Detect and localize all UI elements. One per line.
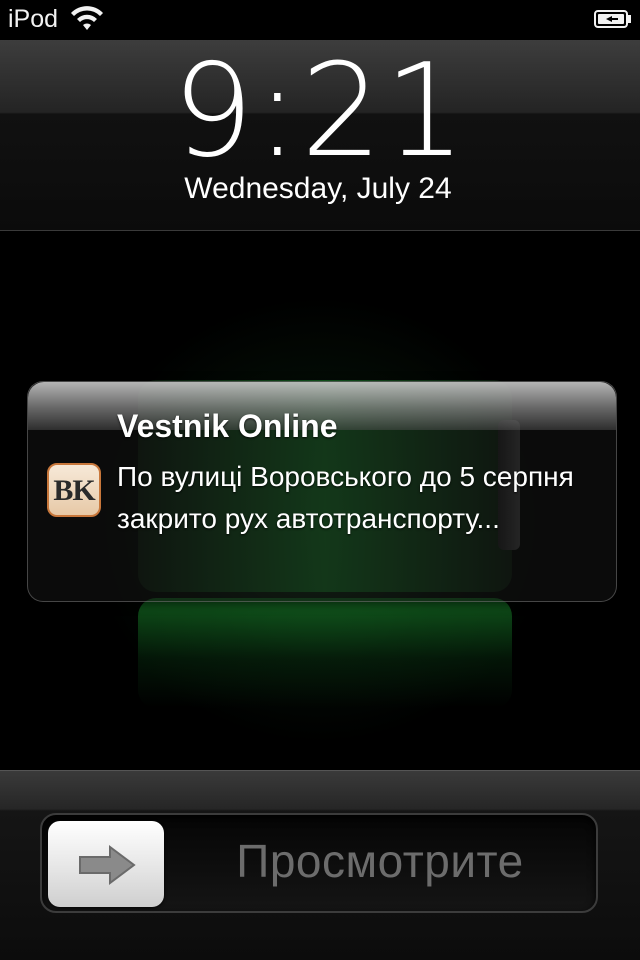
- clock-time: 9:21: [172, 37, 468, 186]
- app-icon-text: BK: [53, 474, 95, 507]
- status-carrier: iPod: [8, 5, 59, 33]
- battery-charging-icon: [594, 10, 631, 28]
- clock-panel: 9:21 Wednesday, July 24: [0, 40, 640, 231]
- notification-title: Vestnik Online: [117, 408, 338, 444]
- push-notification[interactable]: BK Vestnik Online По вулиці Воровського …: [27, 381, 617, 602]
- slider-knob[interactable]: [48, 821, 164, 907]
- notification-message: По вулиці Воровського до 5 серпня закрит…: [117, 461, 574, 534]
- status-bar: iPod: [0, 0, 640, 40]
- arrow-right-icon: [79, 845, 136, 885]
- clock-date: Wednesday, July 24: [184, 172, 452, 205]
- lock-screen: iPod 9:21 Wednesday, July 24 BK Vestnik …: [0, 0, 640, 960]
- charging-battery-reflection: [138, 598, 512, 708]
- slider-label: Просмотрите: [236, 835, 524, 887]
- app-icon: BK: [47, 463, 101, 517]
- wifi-icon: [71, 6, 103, 30]
